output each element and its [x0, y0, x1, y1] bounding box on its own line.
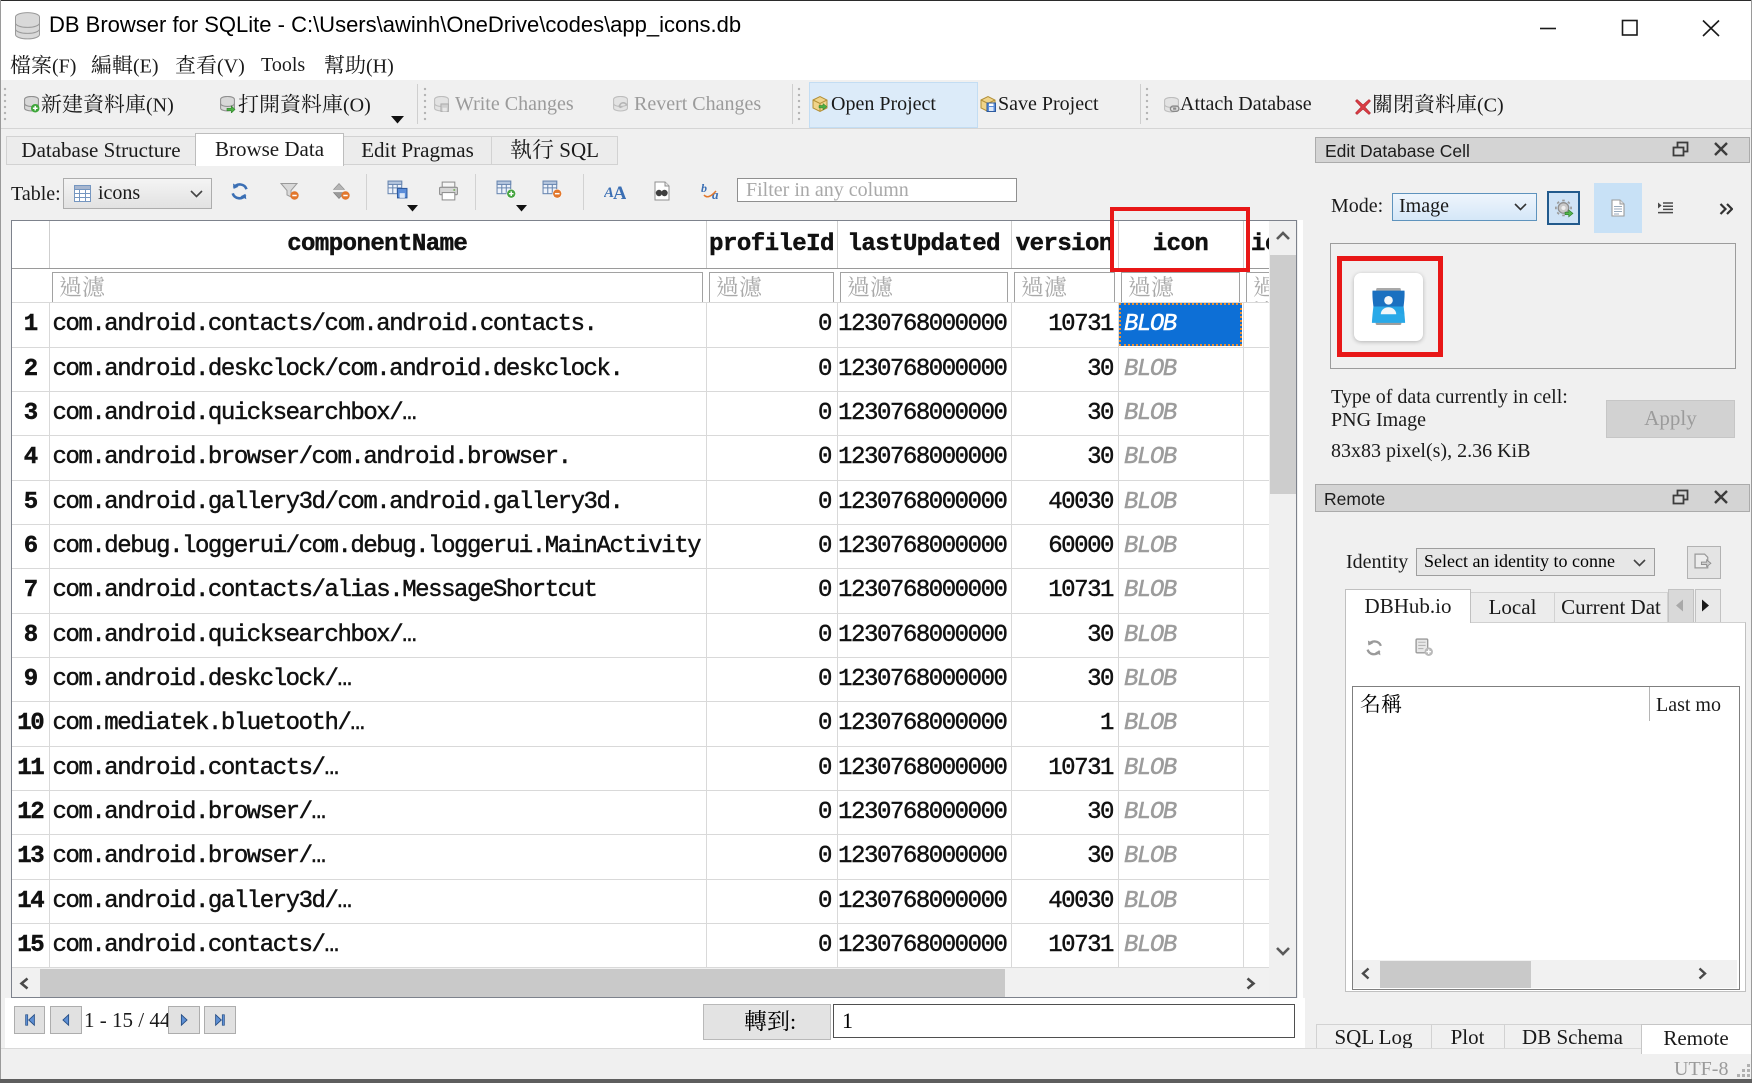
svg-text:A: A — [613, 183, 626, 201]
svg-text:b: b — [701, 182, 707, 195]
